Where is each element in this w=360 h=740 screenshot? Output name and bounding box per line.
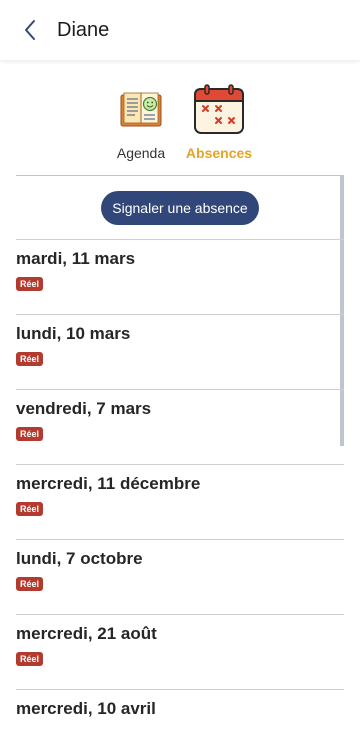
app-screen: Diane Agenda Absences Signaler une absen… [0,0,360,740]
list-item[interactable]: mercredi, 21 août Réel [16,614,344,689]
tab-absences-label: Absences [185,145,253,161]
status-badge: Réel [16,277,44,291]
absence-date: mardi, 11 mars [16,249,136,268]
tab-absences[interactable]: Absences [179,82,259,164]
absence-date: lundi, 10 mars [16,324,131,343]
list-item[interactable]: lundi, 7 octobre Réel [16,539,344,614]
tab-agenda[interactable]: Agenda [101,82,181,164]
chevron-left-icon [25,20,35,40]
absences-panel: Signaler une absence mardi, 11 mars Réel… [16,175,344,740]
status-badge: Réel [16,652,44,666]
absence-date: lundi, 7 octobre [16,549,143,568]
agenda-book-icon [113,82,169,138]
status-badge: Réel [16,427,44,441]
list-item[interactable]: mercredi, 10 avril [16,689,344,740]
calendar-absences-icon [191,82,247,138]
absence-date: mercredi, 10 avril [16,699,156,718]
absence-date: mercredi, 11 décembre [16,474,201,493]
list-item[interactable]: vendredi, 7 mars Réel [16,389,344,464]
status-badge: Réel [16,502,44,516]
absence-date: mercredi, 21 août [16,624,157,643]
header: Diane [0,0,360,60]
list-item[interactable]: mercredi, 11 décembre Réel [16,464,344,539]
list-item[interactable]: mardi, 11 mars Réel [16,239,344,314]
absence-date: vendredi, 7 mars [16,399,152,418]
tab-agenda-label: Agenda [116,145,166,161]
tab-bar: Agenda Absences [0,60,360,175]
status-badge: Réel [16,352,44,366]
status-badge: Réel [16,577,44,591]
page-title: Diane [57,19,110,41]
list-item[interactable]: lundi, 10 mars Réel [16,314,344,389]
absence-list: mardi, 11 mars Réel lundi, 10 mars Réel … [16,239,344,740]
report-absence-button[interactable]: Signaler une absence [101,191,259,225]
back-button[interactable] [14,14,46,46]
